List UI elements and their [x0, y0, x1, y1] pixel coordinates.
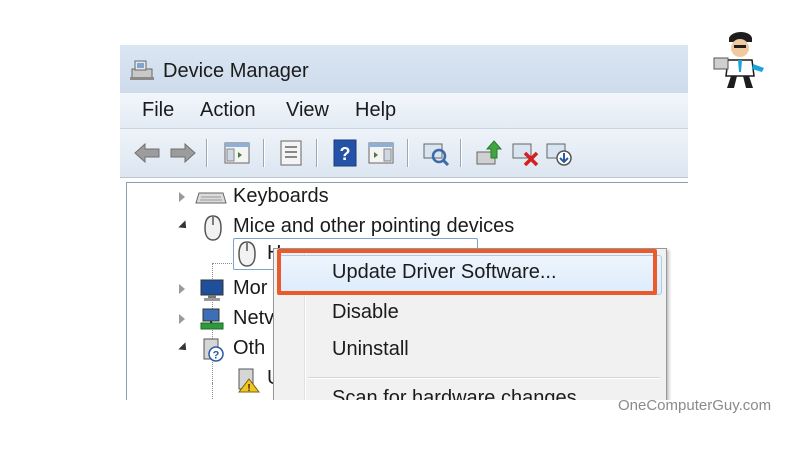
help-icon[interactable]: ? [330, 138, 360, 168]
title-bar[interactable]: Device Manager [120, 45, 688, 93]
site-logo-icon [713, 32, 764, 88]
right-crop-mask [688, 90, 800, 400]
tree-item-label: Netv [233, 307, 275, 329]
toolbar-separator [206, 139, 207, 167]
network-icon [200, 308, 224, 330]
expand-icon[interactable] [179, 314, 185, 324]
menu-view[interactable]: View [286, 99, 329, 122]
menu-separator [308, 377, 660, 378]
menu-file[interactable]: File [142, 99, 174, 122]
enable-device-icon[interactable] [544, 138, 574, 168]
menu-help[interactable]: Help [355, 99, 396, 122]
mouse-icon [238, 241, 256, 267]
warning-device-icon: ! [237, 368, 261, 393]
expand-icon[interactable] [179, 284, 185, 294]
tree-item-label: Keyboards [233, 185, 329, 207]
svg-text:?: ? [213, 350, 220, 362]
mouse-icon [204, 215, 222, 241]
keyboard-icon [195, 192, 227, 204]
scan-hardware-icon[interactable] [420, 138, 450, 168]
toolbar-separator [263, 139, 264, 167]
show-action-pane-icon[interactable] [366, 138, 396, 168]
collapse-icon[interactable] [178, 342, 190, 354]
menu-bar: File Action View Help [120, 93, 688, 129]
forward-arrow-icon[interactable] [168, 138, 198, 168]
expand-icon[interactable] [179, 192, 185, 202]
tree-item-keyboards[interactable]: Keyboards [127, 183, 627, 211]
toolbar-separator [316, 139, 317, 167]
show-hide-console-tree-icon[interactable] [222, 138, 252, 168]
device-manager-icon [130, 60, 154, 80]
collapse-icon[interactable] [178, 220, 190, 232]
back-arrow-icon[interactable] [132, 138, 162, 168]
tree-line [212, 263, 232, 264]
menu-item-disable[interactable]: Disable [332, 301, 399, 324]
tree-item-label: Mor [233, 277, 268, 299]
tree-item-label: Oth [233, 337, 266, 359]
menu-action[interactable]: Action [200, 99, 256, 122]
other-devices-icon: ? [203, 338, 224, 362]
properties-icon[interactable] [276, 138, 306, 168]
annotation-highlight-box [277, 249, 657, 295]
watermark-text: OneComputerGuy.com [618, 397, 772, 414]
svg-text:!: ! [247, 383, 250, 393]
tree-line [212, 383, 213, 400]
toolbar-separator [407, 139, 408, 167]
tree-item-label: Mice and other pointing devices [233, 215, 515, 237]
menu-item-uninstall[interactable]: Uninstall [332, 338, 409, 361]
toolbar: ? [120, 129, 688, 178]
toolbar-separator [460, 139, 461, 167]
window-title: Device Manager [163, 60, 309, 82]
svg-text:?: ? [340, 144, 351, 164]
tree-item-mice[interactable]: Mice and other pointing devices [127, 213, 627, 241]
update-driver-icon[interactable] [474, 138, 504, 168]
monitor-icon [200, 279, 224, 301]
uninstall-device-icon[interactable] [510, 138, 540, 168]
